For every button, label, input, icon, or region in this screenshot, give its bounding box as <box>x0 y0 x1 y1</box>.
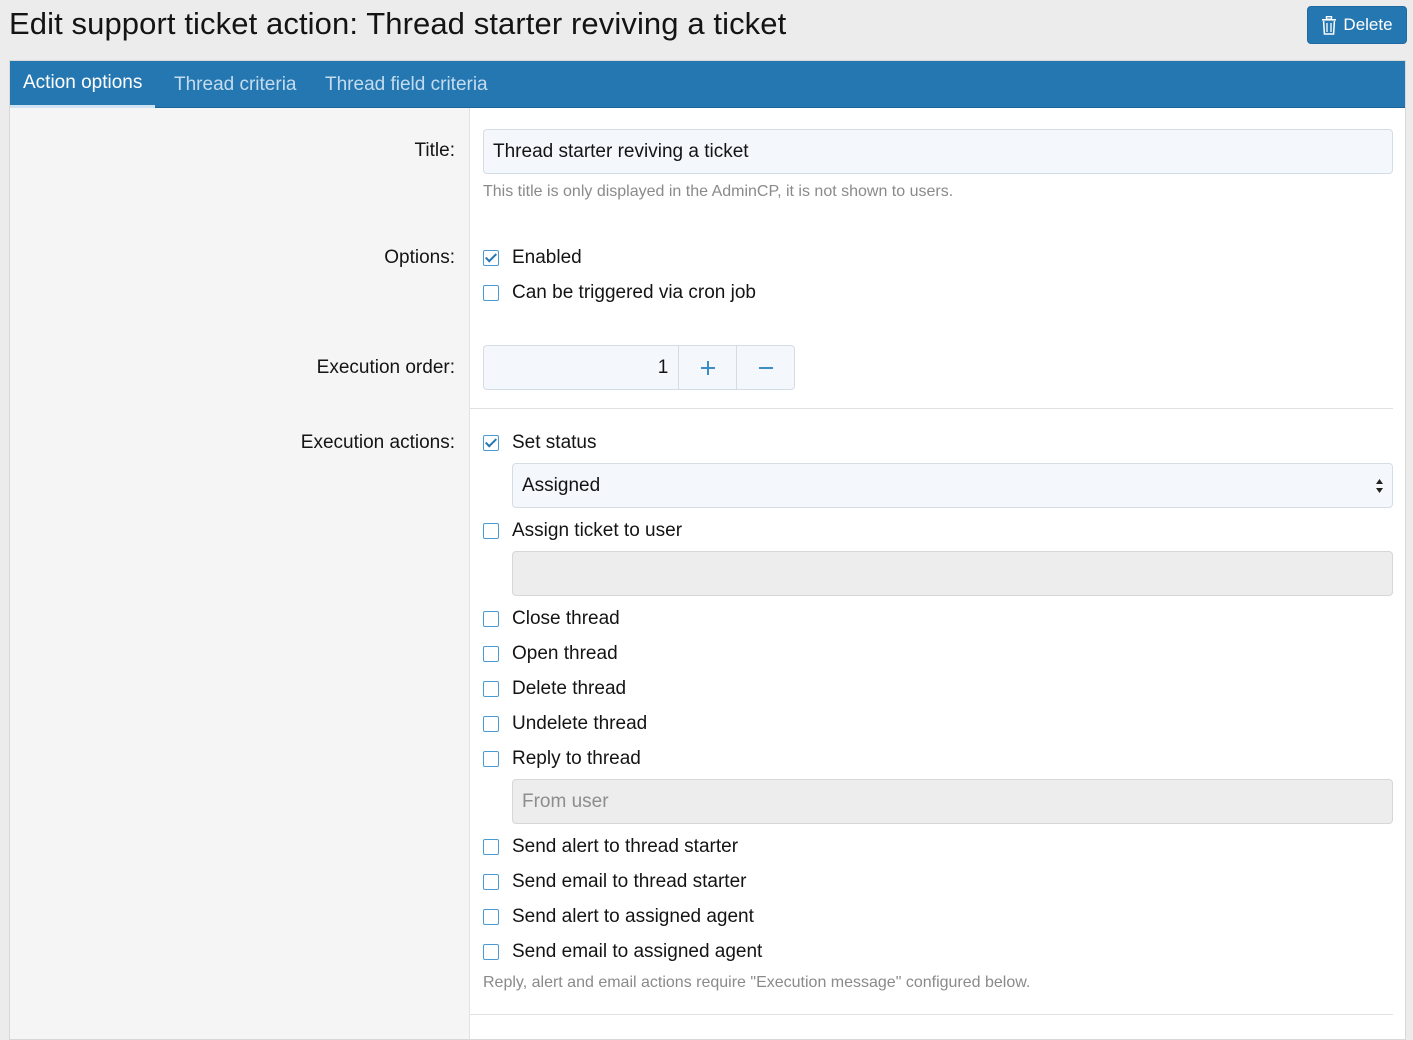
alert-starter-label: Send alert to thread starter <box>512 836 739 857</box>
enabled-checkbox-row[interactable]: Enabled <box>483 244 582 272</box>
undelete-thread-label: Undelete thread <box>512 713 648 734</box>
open-thread-label: Open thread <box>512 643 618 664</box>
alert-agent-label: Send alert to assigned agent <box>512 906 754 927</box>
bottom-divider <box>470 1014 1393 1015</box>
undelete-thread-row[interactable]: Undelete thread <box>483 710 647 738</box>
assign-user-input[interactable] <box>512 551 1393 596</box>
plus-icon <box>700 360 715 375</box>
actions-hint: Reply, alert and email actions require "… <box>483 974 1031 991</box>
execution-order-stepper: 1 <box>483 345 795 390</box>
execution-order-input[interactable]: 1 <box>484 346 678 389</box>
edit-form-block: Action options Thread criteria Thread fi… <box>9 60 1406 1040</box>
email-agent-checkbox[interactable] <box>483 944 499 960</box>
email-starter-row[interactable]: Send email to thread starter <box>483 868 746 896</box>
trash-icon <box>1322 15 1337 35</box>
minus-icon <box>758 366 773 369</box>
delete-thread-checkbox[interactable] <box>483 681 499 697</box>
email-starter-label: Send email to thread starter <box>512 871 747 892</box>
select-arrows-icon <box>1376 479 1383 493</box>
enabled-checkbox[interactable] <box>483 250 499 266</box>
execution-actions-label: Execution actions: <box>300 432 455 453</box>
cron-checkbox-row[interactable]: Can be triggered via cron job <box>483 279 756 307</box>
set-status-label: Set status <box>512 432 597 453</box>
open-thread-row[interactable]: Open thread <box>483 640 618 668</box>
tab-thread-criteria[interactable]: Thread criteria <box>161 61 310 108</box>
delete-button-label: Delete <box>1343 15 1393 34</box>
title-input[interactable]: Thread starter reviving a ticket <box>483 129 1393 174</box>
assign-ticket-row[interactable]: Assign ticket to user <box>483 517 682 545</box>
status-select-value: Assigned <box>522 474 601 496</box>
delete-thread-label: Delete thread <box>512 678 627 699</box>
page-title: Edit support ticket action: Thread start… <box>9 6 787 41</box>
alert-starter-row[interactable]: Send alert to thread starter <box>483 833 738 861</box>
cron-checkbox[interactable] <box>483 285 499 301</box>
delete-button[interactable]: Delete <box>1307 6 1407 44</box>
execution-order-label: Execution order: <box>316 357 455 378</box>
tab-action-options[interactable]: Action options <box>10 61 156 108</box>
set-status-row[interactable]: Set status <box>483 429 597 457</box>
email-agent-row[interactable]: Send email to assigned agent <box>483 938 762 966</box>
alert-starter-checkbox[interactable] <box>483 839 499 855</box>
cron-label: Can be triggered via cron job <box>512 282 756 303</box>
tab-bar: Action options Thread criteria Thread fi… <box>10 61 1405 108</box>
page-header: Edit support ticket action: Thread start… <box>0 0 1413 56</box>
from-user-input[interactable]: From user <box>512 779 1393 824</box>
increment-button[interactable] <box>678 346 736 389</box>
status-select[interactable]: Assigned <box>512 463 1393 508</box>
enabled-label: Enabled <box>512 247 582 268</box>
reply-thread-row[interactable]: Reply to thread <box>483 745 641 773</box>
section-divider <box>470 408 1393 409</box>
reply-thread-label: Reply to thread <box>512 748 641 769</box>
alert-agent-row[interactable]: Send alert to assigned agent <box>483 903 754 931</box>
reply-thread-checkbox[interactable] <box>483 751 499 767</box>
open-thread-checkbox[interactable] <box>483 646 499 662</box>
undelete-thread-checkbox[interactable] <box>483 716 499 732</box>
set-status-checkbox[interactable] <box>483 435 499 451</box>
tab-thread-field-criteria[interactable]: Thread field criteria <box>312 61 501 108</box>
decrement-button[interactable] <box>736 346 794 389</box>
delete-thread-row[interactable]: Delete thread <box>483 675 626 703</box>
close-thread-checkbox[interactable] <box>483 611 499 627</box>
alert-agent-checkbox[interactable] <box>483 909 499 925</box>
close-thread-row[interactable]: Close thread <box>483 605 620 633</box>
close-thread-label: Close thread <box>512 608 620 629</box>
email-agent-label: Send email to assigned agent <box>512 941 763 962</box>
email-starter-checkbox[interactable] <box>483 874 499 890</box>
assign-ticket-label: Assign ticket to user <box>512 520 683 541</box>
title-hint: This title is only displayed in the Admi… <box>483 183 954 200</box>
assign-ticket-checkbox[interactable] <box>483 523 499 539</box>
options-label: Options: <box>384 247 455 268</box>
title-label: Title: <box>414 140 455 161</box>
